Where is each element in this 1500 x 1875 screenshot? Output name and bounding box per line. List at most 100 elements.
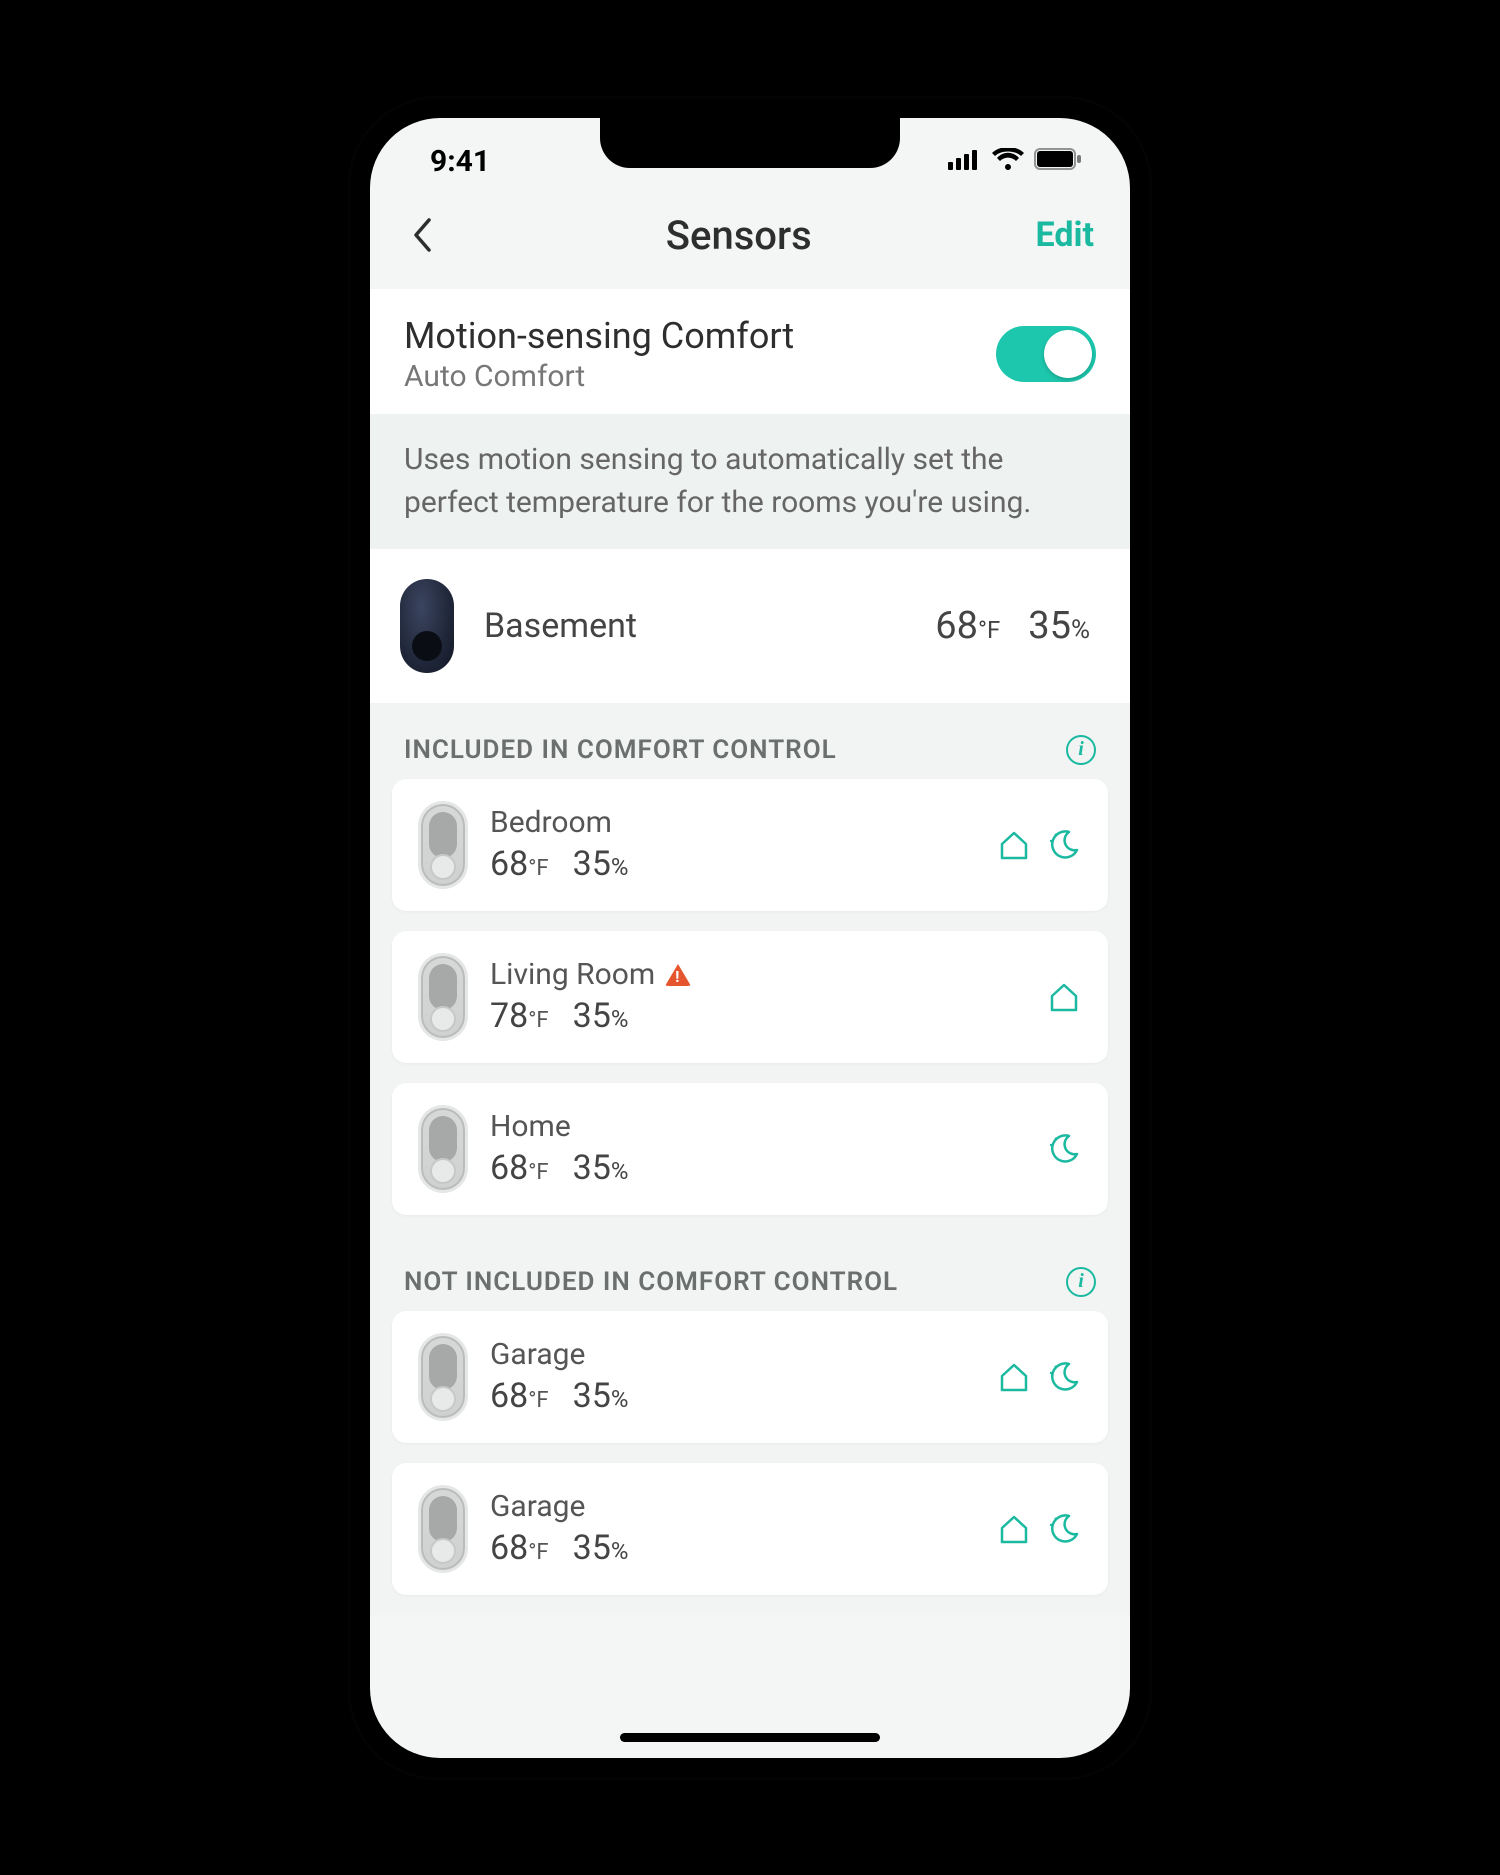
main-sensor-hum-value: 35 bbox=[1028, 604, 1071, 648]
included-list: Bedroom68°F35%Living Room78°F35%Home68°F… bbox=[370, 779, 1130, 1235]
sensor-card[interactable]: Garage 68°F 35% bbox=[392, 1311, 1108, 1443]
sensor-temp-unit: °F bbox=[528, 1008, 548, 1033]
phone-frame: 9:41 Sensors Edit bbox=[348, 96, 1152, 1780]
sensor-hum-value: 35 bbox=[573, 1528, 611, 1568]
section-title-included: INCLUDED IN COMFORT CONTROL bbox=[404, 735, 837, 765]
main-sensor-temp-unit: °F bbox=[978, 616, 1000, 644]
sensor-mode-icons bbox=[996, 1511, 1082, 1547]
home-mode-icon bbox=[996, 1359, 1032, 1395]
sensor-device-icon bbox=[418, 801, 468, 889]
home-indicator[interactable] bbox=[620, 1733, 880, 1742]
sensor-mode-icons bbox=[996, 827, 1082, 863]
sensor-temp-value: 68 bbox=[490, 1148, 528, 1188]
page-title: Sensors bbox=[666, 212, 812, 259]
sensor-hum-value: 35 bbox=[573, 844, 611, 884]
sensor-hum-unit: % bbox=[611, 1537, 629, 1565]
thermostat-device-icon bbox=[400, 579, 454, 673]
main-sensor-temp-value: 68 bbox=[935, 604, 978, 648]
sleep-mode-icon bbox=[1046, 1131, 1082, 1167]
sensor-hum-unit: % bbox=[611, 853, 629, 881]
wifi-icon bbox=[992, 148, 1024, 170]
sensor-values: 68°F 35% bbox=[490, 1148, 1046, 1188]
motion-toggle[interactable] bbox=[996, 326, 1096, 382]
sensor-mode-icons bbox=[1046, 1131, 1082, 1167]
motion-subtitle: Auto Comfort bbox=[404, 359, 794, 394]
sensor-values: 68°F 35% bbox=[490, 844, 996, 884]
sensor-hum-value: 35 bbox=[573, 1376, 611, 1416]
content: Motion-sensing Comfort Auto Comfort Uses… bbox=[370, 289, 1130, 1615]
sensor-hum-unit: % bbox=[611, 1005, 629, 1033]
sensor-device-icon bbox=[418, 953, 468, 1041]
sensor-hum-unit: % bbox=[611, 1385, 629, 1413]
sensor-device-icon bbox=[418, 1105, 468, 1193]
sensor-card-body: Living Room 78°F 35% bbox=[490, 957, 1046, 1036]
sensor-values: 68°F 35% bbox=[490, 1528, 996, 1568]
sensor-temp-unit: °F bbox=[528, 856, 548, 881]
sensor-name-row: Bedroom bbox=[490, 805, 996, 840]
sleep-mode-icon bbox=[1046, 827, 1082, 863]
sensor-mode-icons bbox=[996, 1359, 1082, 1395]
sensor-name: Home bbox=[490, 1109, 571, 1144]
sensor-temp-value: 78 bbox=[490, 996, 528, 1036]
motion-description: Uses motion sensing to automatically set… bbox=[370, 414, 1130, 549]
notch bbox=[600, 118, 900, 168]
sensor-name: Living Room bbox=[490, 957, 655, 992]
motion-title: Motion-sensing Comfort bbox=[404, 315, 794, 357]
sensor-hum-value: 35 bbox=[573, 1148, 611, 1188]
sensor-temp-value: 68 bbox=[490, 844, 528, 884]
home-mode-icon bbox=[996, 827, 1032, 863]
sensor-temp-value: 68 bbox=[490, 1528, 528, 1568]
motion-comfort-row: Motion-sensing Comfort Auto Comfort bbox=[370, 289, 1130, 414]
section-header-excluded: NOT INCLUDED IN COMFORT CONTROL i bbox=[370, 1235, 1130, 1311]
sensor-card[interactable]: Garage 68°F 35% bbox=[392, 1463, 1108, 1595]
main-sensor-temp: 68°F bbox=[935, 604, 1000, 648]
sensor-name: Garage bbox=[490, 1337, 585, 1372]
screen: 9:41 Sensors Edit bbox=[370, 118, 1130, 1758]
excluded-list: Garage68°F35%Garage68°F35% bbox=[370, 1311, 1130, 1615]
cellular-icon bbox=[948, 148, 982, 170]
info-icon[interactable]: i bbox=[1066, 1267, 1096, 1297]
warning-icon bbox=[665, 964, 691, 986]
sensor-hum-value: 35 bbox=[573, 996, 611, 1036]
sensor-name-row: Living Room bbox=[490, 957, 1046, 992]
status-indicators bbox=[948, 144, 1082, 170]
sensor-card-body: Bedroom 68°F 35% bbox=[490, 805, 996, 884]
sensor-card-body: Garage 68°F 35% bbox=[490, 1489, 996, 1568]
sensor-card-body: Home 68°F 35% bbox=[490, 1109, 1046, 1188]
motion-labels: Motion-sensing Comfort Auto Comfort bbox=[404, 315, 794, 394]
section-header-included: INCLUDED IN COMFORT CONTROL i bbox=[370, 703, 1130, 779]
section-title-excluded: NOT INCLUDED IN COMFORT CONTROL bbox=[404, 1267, 898, 1297]
status-time: 9:41 bbox=[430, 144, 490, 179]
sensor-name-row: Home bbox=[490, 1109, 1046, 1144]
sensor-name-row: Garage bbox=[490, 1489, 996, 1524]
sensor-values: 78°F 35% bbox=[490, 996, 1046, 1036]
sensor-hum-unit: % bbox=[611, 1157, 629, 1185]
back-button[interactable] bbox=[402, 215, 442, 255]
sensor-temp-unit: °F bbox=[528, 1388, 548, 1413]
sensor-card[interactable]: Bedroom 68°F 35% bbox=[392, 779, 1108, 911]
main-sensor-hum-unit: % bbox=[1071, 615, 1090, 645]
sensor-name: Bedroom bbox=[490, 805, 612, 840]
battery-icon bbox=[1034, 148, 1082, 170]
home-mode-icon bbox=[996, 1511, 1032, 1547]
navbar: Sensors Edit bbox=[370, 198, 1130, 289]
main-sensor-row[interactable]: Basement 68°F 35% bbox=[370, 549, 1130, 703]
sensor-values: 68°F 35% bbox=[490, 1376, 996, 1416]
info-icon[interactable]: i bbox=[1066, 735, 1096, 765]
sensor-card[interactable]: Living Room 78°F 35% bbox=[392, 931, 1108, 1063]
sensor-card[interactable]: Home 68°F 35% bbox=[392, 1083, 1108, 1215]
sensor-temp-unit: °F bbox=[528, 1160, 548, 1185]
sensor-mode-icons bbox=[1046, 979, 1082, 1015]
sensor-temp-unit: °F bbox=[528, 1540, 548, 1565]
main-sensor-name: Basement bbox=[484, 606, 935, 646]
sleep-mode-icon bbox=[1046, 1359, 1082, 1395]
edit-button[interactable]: Edit bbox=[1036, 215, 1094, 255]
sensor-card-body: Garage 68°F 35% bbox=[490, 1337, 996, 1416]
sensor-temp-value: 68 bbox=[490, 1376, 528, 1416]
sleep-mode-icon bbox=[1046, 1511, 1082, 1547]
home-mode-icon bbox=[1046, 979, 1082, 1015]
sensor-device-icon bbox=[418, 1485, 468, 1573]
sensor-name-row: Garage bbox=[490, 1337, 996, 1372]
sensor-device-icon bbox=[418, 1333, 468, 1421]
main-sensor-humidity: 35% bbox=[1028, 604, 1090, 648]
